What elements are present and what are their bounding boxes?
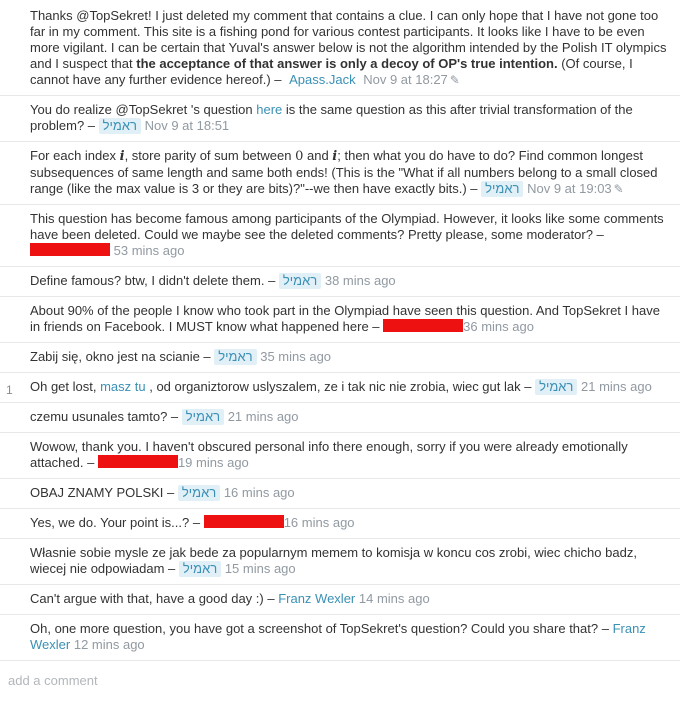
comment-date[interactable]: 38 mins ago	[325, 273, 396, 288]
comment: Własnie sobie mysle ze jak bede za popul…	[0, 538, 680, 584]
comment-date[interactable]: Nov 9 at 18:27	[363, 72, 448, 87]
comment-user-link[interactable]: ראמיל	[278, 273, 322, 289]
comment: Zabij się, okno jest na scianie – ראמיל …	[0, 342, 680, 372]
comment-text: Własnie sobie mysle ze jak bede za popul…	[30, 545, 637, 576]
comments-list: Thanks @TopSekret! I just deleted my com…	[0, 0, 680, 689]
comment-date[interactable]: 35 mins ago	[260, 349, 331, 364]
comment-date[interactable]: Nov 9 at 19:03	[527, 181, 612, 196]
comment-date[interactable]: Nov 9 at 18:51	[145, 118, 230, 133]
comment-text: Zabij się, okno jest na scianie –	[30, 349, 215, 364]
comment: About 90% of the people I know who took …	[0, 296, 680, 342]
pencil-icon[interactable]: ✎	[450, 72, 460, 88]
comment-text: You do realize @TopSekret 's question	[30, 102, 257, 117]
comment: czemu usunales tamto? – ראמיל 21 mins ag…	[0, 402, 680, 432]
comment-date[interactable]: 16 mins ago	[284, 515, 355, 530]
comment: Can't argue with that, have a good day :…	[0, 584, 680, 614]
comment-link[interactable]: masz tu	[100, 379, 146, 394]
comment-text: About 90% of the people I know who took …	[30, 303, 660, 334]
comment-user-link[interactable]: ראמיל	[181, 409, 225, 425]
comment-score: 1	[6, 383, 13, 397]
comment-text: Oh get lost,	[30, 379, 101, 394]
comment-text: Can't argue with that, have a good day :…	[30, 591, 279, 606]
comment: Oh, one more question, you have got a sc…	[0, 614, 680, 660]
comment-text: , store parity of sum between	[124, 148, 296, 163]
comment-text: Define famous? btw, I didn't delete them…	[30, 273, 279, 288]
comment: For each index i, store parity of sum be…	[0, 141, 680, 204]
redacted-username	[203, 515, 284, 528]
comment: You do realize @TopSekret 's question he…	[0, 95, 680, 141]
comment-bold-text: the acceptance of that answer is only a …	[136, 56, 558, 71]
redacted-username	[97, 455, 178, 468]
comment-text: OBAJ ZNAMY POLSKI –	[30, 485, 178, 500]
comment-user-link[interactable]: ראמיל	[177, 485, 221, 501]
comment-date[interactable]: 53 mins ago	[114, 243, 185, 258]
comment-date[interactable]: 36 mins ago	[463, 319, 534, 334]
comment: Yes, we do. Your point is...? – 16 mins …	[0, 508, 680, 538]
comment-text: This question has become famous among pa…	[30, 211, 664, 242]
comment-text: , od organiztorow uslyszalem, ze i tak n…	[145, 379, 536, 394]
comment-user-link[interactable]: ראמיל	[535, 379, 578, 395]
comment-user-link[interactable]: Apass.Jack	[285, 72, 359, 88]
comment-date[interactable]: 21 mins ago	[581, 379, 652, 394]
comment-text: czemu usunales tamto? –	[30, 409, 182, 424]
comment: Define famous? btw, I didn't delete them…	[0, 266, 680, 296]
comment-date[interactable]: 16 mins ago	[224, 485, 295, 500]
comment: Thanks @TopSekret! I just deleted my com…	[0, 0, 680, 95]
comment-text: For each index	[30, 148, 120, 163]
comment-link[interactable]: here	[256, 102, 282, 117]
comment-text: and	[303, 148, 333, 163]
comment-date[interactable]: 14 mins ago	[359, 591, 430, 606]
comment-user-link[interactable]: ראמיל	[178, 561, 222, 577]
comment: OBAJ ZNAMY POLSKI – ראמיל 16 mins ago	[0, 478, 680, 508]
comment-date[interactable]: 21 mins ago	[228, 409, 299, 424]
comment-user-link[interactable]: ראמיל	[98, 118, 141, 134]
comment-text: Oh, one more question, you have got a sc…	[30, 621, 613, 636]
pencil-icon[interactable]: ✎	[614, 181, 624, 197]
add-comment-link[interactable]: add a comment	[0, 660, 680, 689]
comment-date[interactable]: 12 mins ago	[74, 637, 145, 652]
redacted-username	[383, 319, 464, 332]
comment: Wowow, thank you. I haven't obscured per…	[0, 432, 680, 478]
comment-user-link[interactable]: ראמיל	[214, 349, 257, 365]
comment-text: Yes, we do. Your point is...? –	[30, 515, 204, 530]
comment-date[interactable]: 15 mins ago	[225, 561, 296, 576]
comment: This question has become famous among pa…	[0, 204, 680, 266]
redacted-username	[30, 243, 110, 256]
comment-date[interactable]: 19 mins ago	[178, 455, 249, 470]
comment-user-link[interactable]: Franz Wexler	[278, 591, 355, 606]
comment: 1 Oh get lost, masz tu , od organiztorow…	[0, 372, 680, 402]
comment-user-link[interactable]: ראמיל	[481, 181, 524, 197]
